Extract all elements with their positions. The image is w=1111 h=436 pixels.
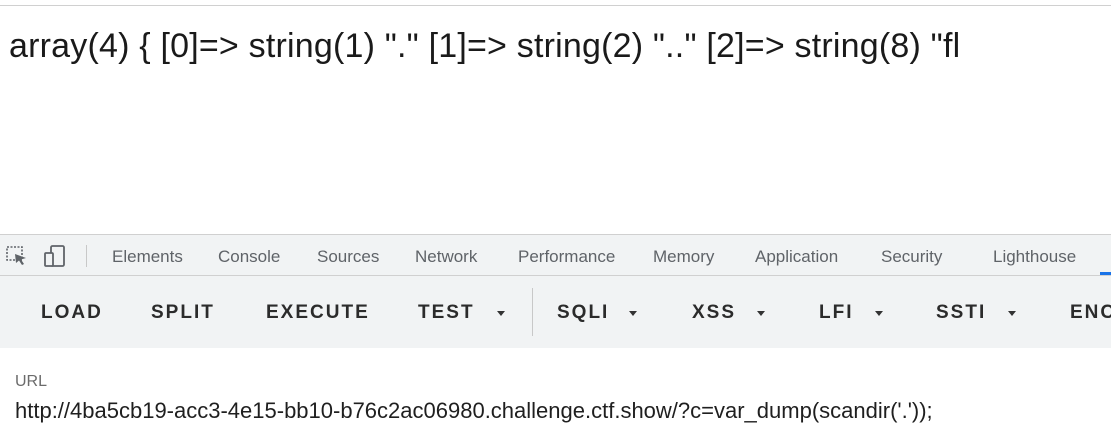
hackbar-toolbar: LOAD SPLIT EXECUTE TEST SQLI XSS LFI SST…	[0, 276, 1111, 348]
tab-network[interactable]: Network	[415, 247, 477, 267]
ssti-dropdown-icon[interactable]	[1008, 311, 1016, 316]
tab-memory[interactable]: Memory	[653, 247, 714, 267]
sqli-menu-button[interactable]: SQLI	[557, 302, 609, 324]
inspect-element-icon[interactable]	[5, 244, 29, 268]
test-dropdown-icon[interactable]	[497, 311, 505, 316]
hackbar-divider	[532, 288, 533, 336]
tab-console[interactable]: Console	[218, 247, 280, 267]
url-input[interactable]: http://4ba5cb19-acc3-4e15-bb10-b76c2ac06…	[15, 398, 933, 424]
load-button[interactable]: LOAD	[41, 302, 103, 324]
tab-security[interactable]: Security	[881, 247, 942, 267]
tab-elements[interactable]: Elements	[112, 247, 183, 267]
tab-application[interactable]: Application	[755, 247, 838, 267]
page-output-text: array(4) { [0]=> string(1) "." [1]=> str…	[9, 27, 961, 65]
sqli-dropdown-icon[interactable]	[629, 311, 637, 316]
tab-performance[interactable]: Performance	[518, 247, 615, 267]
lfi-menu-button[interactable]: LFI	[819, 302, 854, 324]
tab-sources[interactable]: Sources	[317, 247, 379, 267]
tabs-divider	[86, 245, 87, 267]
url-field-label: URL	[15, 373, 48, 390]
ssti-menu-button[interactable]: SSTI	[936, 302, 986, 324]
device-toolbar-icon[interactable]	[43, 244, 67, 268]
xss-dropdown-icon[interactable]	[757, 311, 765, 316]
execute-button[interactable]: EXECUTE	[266, 302, 370, 324]
top-divider	[0, 5, 1111, 6]
test-menu-button[interactable]: TEST	[418, 302, 475, 324]
xss-menu-button[interactable]: XSS	[692, 302, 736, 324]
split-button[interactable]: SPLIT	[151, 302, 215, 324]
lfi-dropdown-icon[interactable]	[875, 311, 883, 316]
active-tab-indicator	[1100, 272, 1111, 275]
tab-lighthouse[interactable]: Lighthouse	[993, 247, 1076, 267]
devtools-tab-bar: Elements Console Sources Network Perform…	[0, 234, 1111, 276]
enc-menu-button[interactable]: ENC	[1070, 302, 1111, 324]
